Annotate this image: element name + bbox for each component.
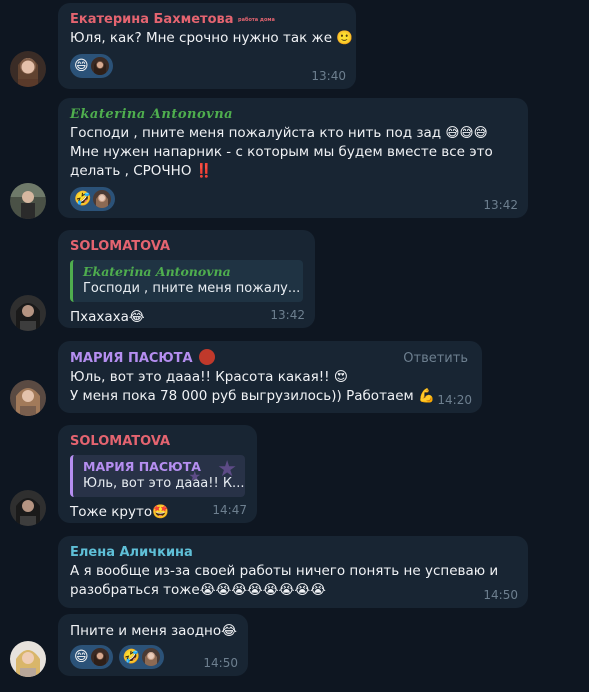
message-time: 14:50 — [483, 588, 518, 602]
reply-button[interactable]: Ответить — [403, 351, 468, 366]
message-text: Юль, вот это дааа!! Красота какая!! 😍 У … — [70, 369, 435, 404]
message-text: Юля, как? Мне срочно нужно так же 🙂 — [70, 30, 354, 46]
grinning-emoji-icon: 😄 — [74, 649, 89, 665]
grinning-emoji-icon: 😄 — [74, 58, 89, 74]
message-bubble[interactable]: SOLOMATOVA ★ ★ МАРИЯ ПАСЮТА Юль, вот это… — [58, 425, 257, 523]
reaction-chip[interactable]: 🤣 — [70, 187, 116, 211]
message-time: 13:40 — [311, 69, 346, 83]
message-text: Пхахаха😂 — [70, 309, 145, 325]
reactor-avatar — [90, 648, 109, 666]
message-text: А я вообще из-за своей работы ничего пон… — [70, 563, 499, 598]
sender-name[interactable]: Ekaterina Antonovna — [70, 106, 516, 124]
message-time: 14:47 — [212, 503, 247, 517]
chat-history: Екатерина Бахметова работа дома Юля, как… — [0, 0, 589, 692]
message-time: 13:42 — [270, 308, 305, 322]
sender-badge: работа дома — [238, 17, 275, 23]
rofl-emoji-icon: 🤣 — [74, 191, 92, 207]
message-bubble[interactable]: Пните и меня заодно😂 😄 🤣 14:50 — [58, 614, 248, 676]
message-bubble[interactable]: SOLOMATOVA Ekaterina Antonovna Господи ,… — [58, 230, 315, 328]
message-time: 13:42 — [483, 198, 518, 212]
message-time: 14:50 — [203, 656, 238, 670]
avatar-elena-alichkina[interactable] — [10, 641, 46, 677]
reaction-chip[interactable]: 😄 — [70, 645, 113, 669]
reactor-avatar — [142, 648, 161, 666]
avatar-mariya-pasyuta[interactable] — [10, 380, 46, 416]
avatar-solomatova[interactable] — [10, 295, 46, 331]
sender-name[interactable]: Елена Аличкина — [70, 544, 516, 562]
message-bubble[interactable]: Ekaterina Antonovna Господи , пните меня… — [58, 98, 528, 218]
reaction-chip[interactable]: 🤣 — [118, 645, 165, 669]
reactor-avatar — [93, 190, 112, 208]
message-text: Господи , пните меня пожалуйста кто нить… — [70, 125, 493, 179]
avatar-ekaterina-antonovna[interactable] — [10, 183, 46, 219]
reply-quote[interactable]: ★ ★ МАРИЯ ПАСЮТА Юль, вот это дааа!! К..… — [70, 455, 245, 497]
message-bubble[interactable]: Елена Аличкина А я вообще из-за своей ра… — [58, 536, 528, 608]
avatar-ekaterina-bakhmetova[interactable] — [10, 51, 46, 87]
sender-name[interactable]: SOLOMATOVA — [70, 433, 245, 451]
reactor-avatar — [90, 57, 109, 75]
avatar-solomatova[interactable] — [10, 490, 46, 526]
reactions: 😄 — [70, 54, 344, 78]
sender-name[interactable]: Екатерина Бахметова работа дома — [70, 11, 344, 29]
message-time: 14:20 — [437, 393, 472, 407]
quote-text: Юль, вот это дааа!! К... — [83, 476, 245, 491]
message-bubble[interactable]: МАРИЯ ПАСЮТА Ответить Юль, вот это дааа!… — [58, 341, 482, 413]
quote-sender: Ekaterina Antonovna — [83, 264, 231, 279]
reply-quote[interactable]: Ekaterina Antonovna Господи , пните меня… — [70, 260, 303, 302]
reaction-chip[interactable]: 😄 — [70, 54, 113, 78]
quote-text: Господи , пните меня пожалу... — [83, 281, 301, 296]
message-bubble[interactable]: Екатерина Бахметова работа дома Юля, как… — [58, 3, 356, 89]
rofl-emoji-icon: 🤣 — [122, 649, 141, 665]
reactions: 🤣 — [70, 187, 516, 211]
message-text: Пните и меня заодно😂 — [70, 623, 237, 639]
flame-badge-icon — [199, 349, 216, 365]
quote-sender: МАРИЯ ПАСЮТА — [83, 459, 201, 474]
sender-name[interactable]: SOLOMATOVA — [70, 238, 303, 256]
